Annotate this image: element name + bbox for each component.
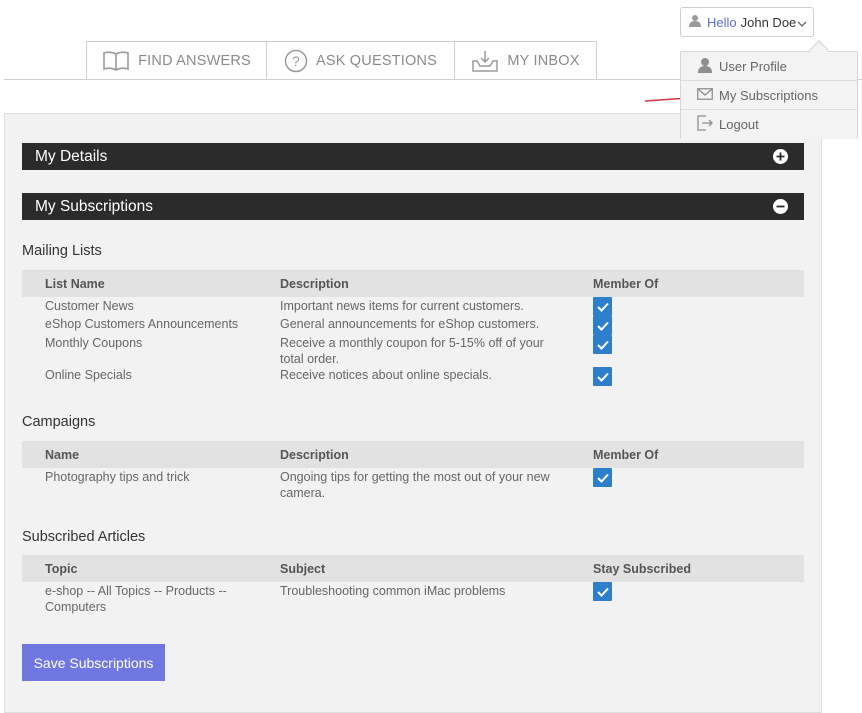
articles-table: Topic Subject Stay Subscribed e-shop -- …: [22, 555, 804, 615]
main-nav: FIND ANSWERS ? ASK QUESTIONS MY INBOX: [86, 41, 597, 80]
user-name: John Doe: [740, 14, 797, 30]
question-circle-icon: ?: [284, 49, 308, 73]
user-menu-button[interactable]: Hello John Doe: [680, 7, 814, 37]
tab-label: FIND ANSWERS: [138, 53, 251, 69]
column-header: Description: [280, 441, 593, 468]
table-row: Online Specials Receive notices about on…: [22, 367, 804, 386]
column-header: Subject: [280, 555, 593, 582]
list-name: Monthly Coupons: [45, 336, 143, 350]
section-title: My Details: [35, 147, 108, 165]
table-row: e-shop -- All Topics -- Products -- Comp…: [22, 582, 804, 615]
list-name: eShop Customers Announcements: [45, 317, 239, 331]
chevron-down-icon: [797, 17, 807, 32]
article-topic: e-shop -- All Topics -- Products -- Comp…: [45, 584, 227, 614]
table-row: Monthly Coupons Receive a monthly coupon…: [22, 335, 804, 367]
member-checkbox[interactable]: [593, 297, 612, 316]
list-description: Important news items for current custome…: [280, 299, 524, 313]
user-icon: [697, 57, 713, 76]
table-row: eShop Customers Announcements General an…: [22, 316, 804, 335]
my-subscriptions-header[interactable]: My Subscriptions: [22, 193, 804, 220]
menu-item-label: Logout: [719, 117, 759, 132]
menu-item-logout[interactable]: Logout: [681, 110, 857, 139]
save-subscriptions-button[interactable]: Save Subscriptions: [22, 644, 165, 681]
tab-my-inbox[interactable]: MY INBOX: [454, 41, 597, 80]
svg-text:?: ?: [292, 53, 300, 69]
envelope-icon: [697, 87, 713, 103]
user-dropdown: User Profile My Subscriptions Logout: [680, 40, 858, 139]
my-details-header[interactable]: My Details: [22, 143, 804, 170]
list-description: Receive notices about online specials.: [280, 368, 492, 382]
article-subject: Troubleshooting common iMac problems: [280, 584, 506, 598]
column-header: List Name: [22, 270, 280, 297]
column-header: Description: [280, 270, 593, 297]
logout-icon: [697, 115, 713, 134]
table-row: Photography tips and trick Ongoing tips …: [22, 468, 804, 501]
campaigns-table: Name Description Member Of Photography t…: [22, 441, 804, 501]
section-title: My Subscriptions: [35, 197, 154, 215]
column-header: Topic: [22, 555, 280, 582]
menu-item-label: User Profile: [719, 58, 787, 74]
member-checkbox[interactable]: [593, 316, 612, 335]
list-description: Receive a monthly coupon for 5-15% off o…: [280, 336, 544, 366]
menu-item-label: My Subscriptions: [719, 87, 818, 103]
column-header: Member Of: [593, 270, 804, 297]
list-description: General announcements for eShop customer…: [280, 317, 540, 331]
user-icon: [689, 14, 701, 30]
member-checkbox[interactable]: [593, 468, 612, 487]
book-icon: [102, 50, 130, 72]
tab-ask-questions[interactable]: ? ASK QUESTIONS: [266, 41, 455, 80]
minus-circle-icon[interactable]: [773, 199, 788, 219]
member-checkbox[interactable]: [593, 367, 612, 386]
member-checkbox[interactable]: [593, 335, 612, 354]
campaigns-title: Campaigns: [22, 414, 96, 430]
table-row: Customer News Important news items for c…: [22, 297, 804, 316]
list-name: Customer News: [45, 299, 134, 313]
column-header: Stay Subscribed: [593, 555, 804, 582]
subscribed-articles-title: Subscribed Articles: [22, 529, 146, 545]
inbox-icon: [471, 49, 499, 73]
campaign-name: Photography tips and trick: [45, 470, 190, 484]
column-header: Member Of: [593, 441, 804, 468]
stay-subscribed-checkbox[interactable]: [593, 582, 612, 601]
column-header: Name: [22, 441, 280, 468]
campaign-description: Ongoing tips for getting the most out of…: [280, 470, 550, 500]
tab-find-answers[interactable]: FIND ANSWERS: [86, 41, 267, 80]
menu-item-my-subscriptions[interactable]: My Subscriptions: [681, 81, 857, 110]
greeting: Hello: [707, 14, 737, 30]
list-name: Online Specials: [45, 368, 132, 382]
mailing-lists-title: Mailing Lists: [22, 243, 102, 259]
tab-label: MY INBOX: [507, 53, 580, 69]
plus-circle-icon[interactable]: [773, 149, 788, 169]
menu-item-user-profile[interactable]: User Profile: [681, 52, 857, 81]
tab-label: ASK QUESTIONS: [315, 53, 438, 69]
mailing-lists-table: List Name Description Member Of Customer…: [22, 270, 804, 386]
